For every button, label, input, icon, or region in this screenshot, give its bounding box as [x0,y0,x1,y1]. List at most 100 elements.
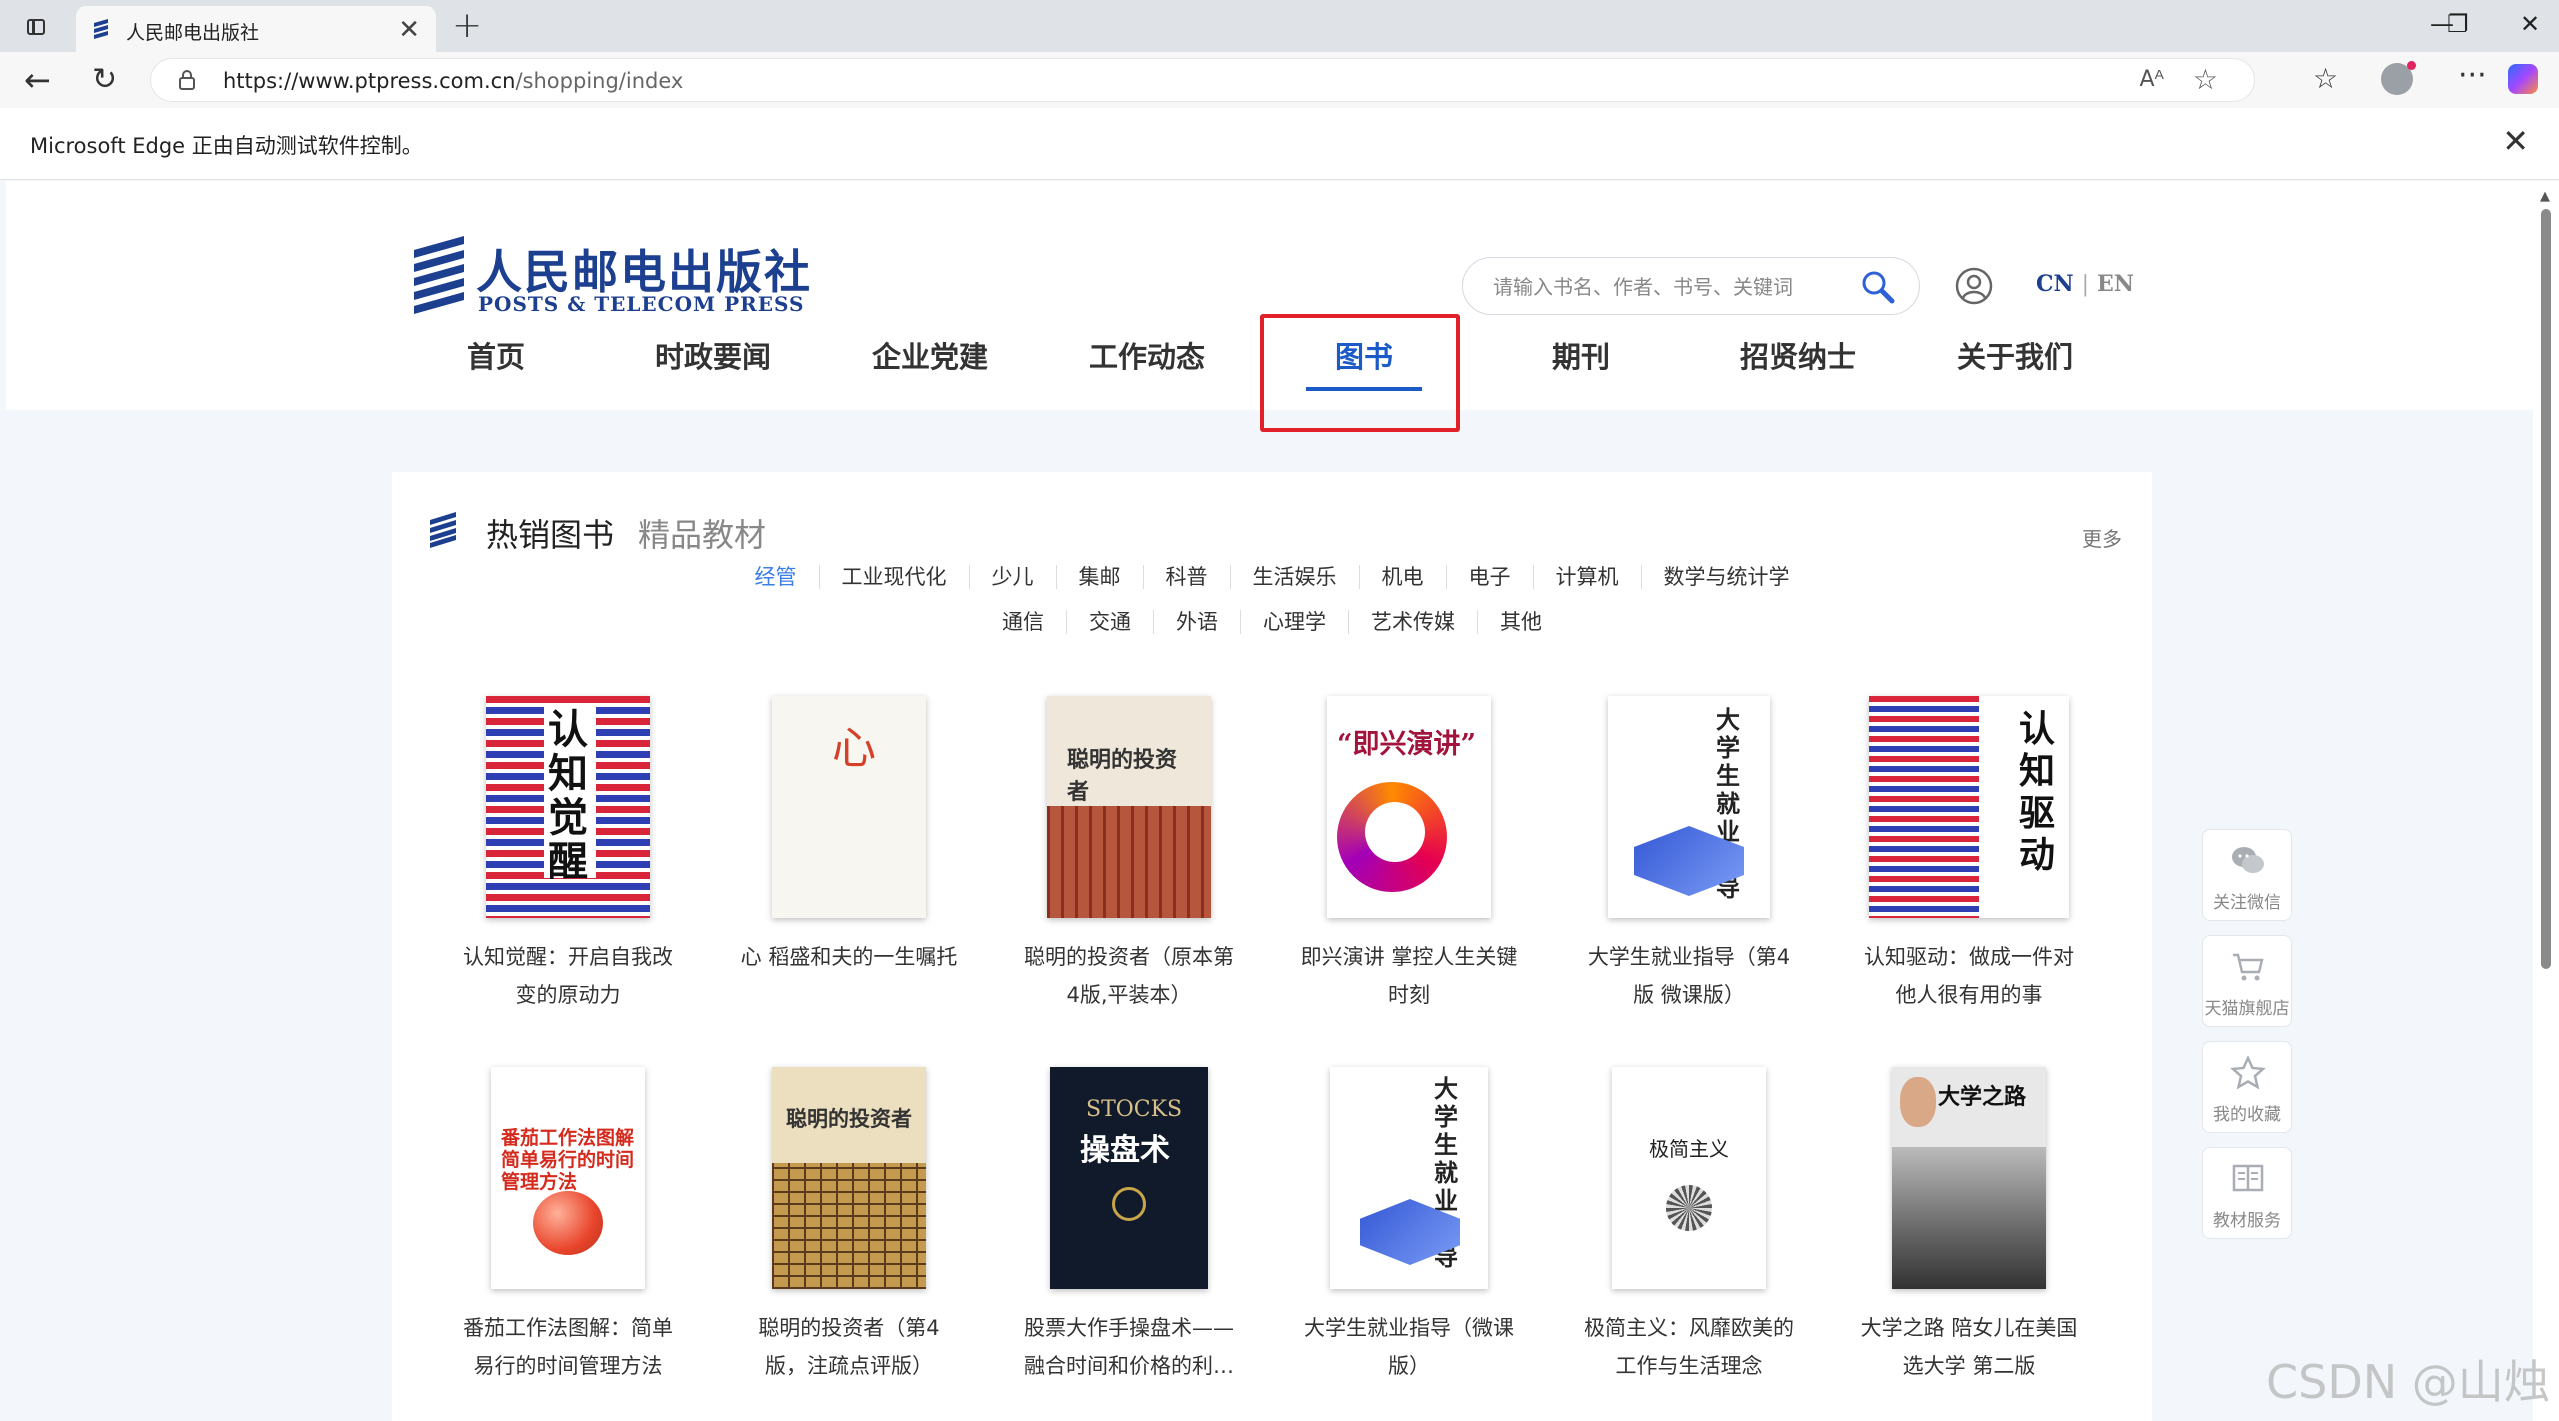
search-input[interactable] [1493,272,1833,302]
category-row-2: 通信 交通 外语 心理学 艺术传媒 其他 [392,610,2152,634]
nav-news[interactable]: 时政要闻 [623,329,803,389]
book-title-line: 他人很有用的事 [1895,983,2043,1007]
favorites-icon[interactable]: ☆ [2313,62,2338,95]
book-cover[interactable]: 认知觉醒 [486,696,650,918]
restore-icon[interactable]: ❐ [2447,10,2469,38]
profile-avatar[interactable] [2381,61,2416,95]
site-header: 人民邮电出版社 POSTS & TELECOM PRESS CN | EN 首页 时… [6,181,2533,432]
category-item[interactable]: 其他 [1478,610,1564,634]
category-item[interactable]: 集邮 [1057,565,1144,589]
back-icon[interactable]: ← [24,61,51,99]
book-title-line: 版 微课版） [1633,983,1745,1007]
book-title[interactable]: 认知驱动：做成一件对 他人很有用的事 [1834,938,2104,1014]
url-host: https://www.ptpress.com.cn [223,69,516,93]
book-title[interactable]: 股票大作手操盘术—— 融合时间和价格的利… [994,1309,1264,1385]
category-item[interactable]: 工业现代化 [820,565,970,589]
address-bar[interactable]: https://www.ptpress.com.cn/shopping/inde… [150,58,2255,102]
more-link[interactable]: 更多 [2082,523,2122,552]
category-item[interactable]: 经管 [733,565,820,589]
book-title-line: 融合时间和价格的利… [1024,1354,1234,1378]
tab-textbooks[interactable]: 精品教材 [638,510,766,556]
nav-party[interactable]: 企业党建 [840,329,1020,389]
book-title-line: 即兴演讲 掌控人生关键 [1300,945,1518,969]
book-cover[interactable]: 心 [772,696,926,918]
book-cover[interactable]: STOCKS 操盘术 [1050,1067,1208,1289]
book-title[interactable]: 即兴演讲 掌控人生关键 时刻 [1274,938,1544,1014]
book-title[interactable]: 聪明的投资者（原本第 4版,平装本） [994,938,1264,1014]
category-item[interactable]: 艺术传媒 [1349,610,1478,634]
read-aloud-icon[interactable]: Aᴬ [2139,67,2164,92]
site-logo[interactable]: 人民邮电出版社 POSTS & TELECOM PRESS [410,236,810,316]
browser-tab[interactable]: 人民邮电出版社 ✕ [76,6,436,52]
add-favorite-icon[interactable]: ☆ [2193,63,2218,96]
book-cover[interactable]: 认知驱动 [1869,696,2069,918]
book-cover[interactable]: 聪明的投资者 [772,1067,926,1289]
book-title-line: 极简主义：风靡欧美的 [1584,1316,1794,1340]
book-title[interactable]: 大学生就业指导（微课 版） [1274,1309,1544,1385]
textbook-service-button[interactable]: 教材服务 [2202,1147,2292,1239]
book-title[interactable]: 认知觉醒：开启自我改 变的原动力 [433,938,703,1014]
book-cover[interactable]: 大学生就业指导 [1608,696,1770,918]
book-cover[interactable]: 聪明的投资者 [1047,696,1211,918]
book-cover[interactable]: 番茄工作法图解 简单易行的时间管理方法 [491,1067,645,1289]
category-item[interactable]: 交通 [1067,610,1154,634]
more-menu-icon[interactable]: ··· [2458,58,2487,93]
nav-careers[interactable]: 招贤纳士 [1708,329,1888,389]
nav-journals[interactable]: 期刊 [1491,329,1671,389]
category-item[interactable]: 科普 [1144,565,1231,589]
book-title-line: 大学生就业指导（第4 [1587,945,1791,969]
category-item[interactable]: 数学与统计学 [1642,565,1812,589]
window-close-icon[interactable]: ✕ [2520,10,2540,38]
page-scrollbar[interactable]: ▲ [2533,181,2559,1421]
nav-home[interactable]: 首页 [406,329,586,389]
book-title[interactable]: 聪明的投资者（第4 版，注疏点评版） [714,1309,984,1385]
book-cover[interactable]: 大学之路 [1892,1067,2046,1289]
category-item[interactable]: 少儿 [970,565,1057,589]
book-title[interactable]: 大学之路 陪女儿在美国 选大学 第二版 [1834,1309,2104,1385]
category-item[interactable]: 通信 [980,610,1067,634]
lang-en[interactable]: EN [2097,271,2134,297]
category-item[interactable]: 心理学 [1241,610,1349,634]
lang-cn[interactable]: CN [2036,271,2074,297]
wechat-icon [2232,847,2264,873]
logo-english: POSTS & TELECOM PRESS [478,292,805,316]
copilot-icon[interactable] [2508,64,2538,94]
float-label: 我的收藏 [2213,1105,2281,1125]
category-item[interactable]: 生活娱乐 [1231,565,1360,589]
tab-title: 人民邮电出版社 [126,22,260,44]
book-cover[interactable]: 极简主义 [1612,1067,1766,1289]
book-title[interactable]: 番茄工作法图解：简单 易行的时间管理方法 [433,1309,703,1385]
page-viewport: 人民邮电出版社 POSTS & TELECOM PRESS CN | EN 首页 时… [6,181,2533,1421]
books-icon [430,512,456,548]
tab-close-icon[interactable]: ✕ [398,15,420,45]
scroll-up-icon[interactable]: ▲ [2540,189,2550,204]
user-icon[interactable] [1954,266,1994,306]
tmall-store-button[interactable]: 天猫旗舰店 [2202,935,2292,1027]
float-label: 天猫旗舰店 [2204,999,2290,1019]
cover-title: 聪明的投资者 [786,1106,912,1131]
book-cover[interactable]: “即兴演讲” [1327,696,1491,918]
tab-hot-books[interactable]: 热销图书 [486,510,614,556]
book-title[interactable]: 心 稻盛和夫的一生嘱托 [714,938,984,976]
search-icon[interactable] [1861,270,1895,304]
category-item[interactable]: 外语 [1154,610,1241,634]
category-item[interactable]: 计算机 [1534,565,1642,589]
category-item[interactable]: 电子 [1447,565,1534,589]
follow-wechat-button[interactable]: 关注微信 [2202,829,2292,921]
infobar-close-icon[interactable]: ✕ [2502,122,2529,160]
category-item[interactable]: 机电 [1360,565,1447,589]
book-title-line: 4版,平装本） [1066,983,1192,1007]
book-title-line: 聪明的投资者（原本第 [1024,945,1234,969]
book-title[interactable]: 大学生就业指导（第4 版 微课版） [1554,938,1824,1014]
new-tab-button[interactable]: + [452,5,482,46]
scrollbar-thumb[interactable] [2541,209,2551,969]
cover-title: 极简主义 [1649,1137,1729,1161]
tab-actions-button[interactable] [18,11,52,41]
book-title[interactable]: 极简主义：风靡欧美的 工作与生活理念 [1554,1309,1824,1385]
book-cover[interactable]: 大学生就业指导 [1330,1067,1488,1289]
language-switch: CN | EN [2036,271,2134,297]
nav-about[interactable]: 关于我们 [1925,329,2105,389]
nav-work[interactable]: 工作动态 [1057,329,1237,389]
refresh-icon[interactable]: ↻ [92,62,117,97]
my-favorites-button[interactable]: 我的收藏 [2202,1041,2292,1133]
